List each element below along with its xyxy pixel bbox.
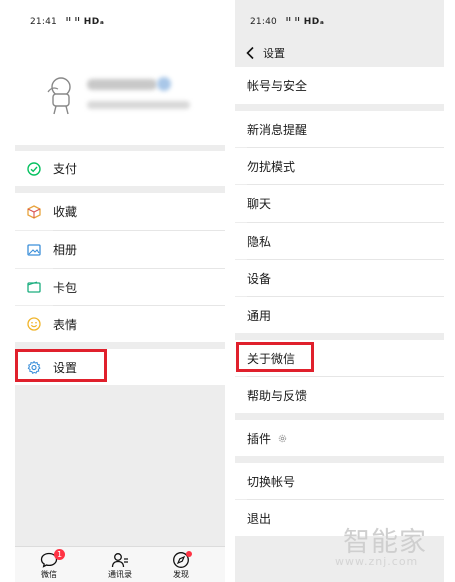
watermark-url: www.znj.com (335, 555, 419, 568)
avatar[interactable] (38, 70, 84, 116)
settings-label-privacy: 隐私 (247, 234, 272, 249)
signal-indicator: ᴵᴵ ᴵᴵ HDₐ (66, 17, 105, 27)
menu-item-favorites[interactable]: 收藏 (15, 193, 225, 230)
settings-label-devices: 设备 (247, 271, 272, 286)
card-wallet-icon (27, 280, 41, 294)
settings-screen: 21:40 ᴵᴵ ᴵᴵ HDₐ 设置 帐号与安全 新消息提醒 勿扰模式 聊天 隐… (235, 0, 444, 582)
settings-label-notifications: 新消息提醒 (247, 122, 308, 137)
settings-item-general[interactable]: 通用 (235, 297, 444, 333)
settings-label-logout: 退出 (247, 511, 272, 526)
contacts-icon (111, 553, 128, 568)
status-time: 21:41 (30, 17, 57, 27)
tab-label-contacts: 通讯录 (108, 570, 132, 579)
settings-item-switch-account[interactable]: 切换帐号 (235, 463, 444, 499)
status-bar: 21:40 ᴵᴵ ᴵᴵ HDₐ (235, 0, 444, 40)
menu-item-cards[interactable]: 卡包 (15, 269, 225, 305)
settings-item-notifications[interactable]: 新消息提醒 (235, 111, 444, 147)
status-time: 21:40 (250, 17, 277, 27)
page-title: 设置 (263, 47, 285, 60)
unread-badge: 1 (54, 549, 65, 560)
tab-discover[interactable]: 发现 (161, 551, 201, 580)
bottom-tab-bar: 1 微信 通讯录 发现 (15, 546, 225, 582)
tab-contacts[interactable]: 通讯录 (100, 551, 140, 580)
highlight-about (236, 342, 314, 372)
menu-label-pay: 支付 (53, 162, 78, 176)
settings-label-general: 通用 (247, 308, 272, 323)
menu-label-cards: 卡包 (53, 280, 78, 295)
settings-item-help[interactable]: 帮助与反馈 (235, 377, 444, 413)
menu-item-album[interactable]: 相册 (15, 231, 225, 268)
profile-badge-blurred (157, 77, 171, 91)
menu-item-stickers[interactable]: 表情 (15, 306, 225, 342)
signal-indicator: ᴵᴵ ᴵᴵ HDₐ (286, 17, 325, 27)
menu-item-pay[interactable]: 支付 (15, 151, 225, 186)
smiley-icon (27, 317, 41, 331)
menu-label-album: 相册 (53, 243, 78, 257)
settings-label-help: 帮助与反馈 (247, 388, 308, 403)
menu-label-stickers: 表情 (53, 317, 78, 332)
watermark-logo: 智能家 (343, 527, 427, 558)
favorites-icon (27, 204, 41, 219)
settings-label-chat: 聊天 (247, 197, 272, 211)
highlight-settings (15, 349, 107, 382)
settings-label-account: 帐号与安全 (247, 79, 308, 93)
settings-item-account[interactable]: 帐号与安全 (235, 67, 444, 104)
back-arrow-icon[interactable] (245, 46, 255, 60)
tab-chats[interactable]: 1 微信 (29, 549, 69, 580)
new-dot (186, 551, 192, 557)
settings-item-do-not-disturb[interactable]: 勿扰模式 (235, 148, 444, 184)
settings-label-do-not-disturb: 勿扰模式 (247, 159, 296, 174)
profile-name-blurred (87, 79, 157, 90)
settings-label-plugins: 插件 (247, 431, 272, 446)
pay-icon (27, 161, 41, 176)
settings-header: 设置 (235, 40, 444, 66)
settings-item-privacy[interactable]: 隐私 (235, 223, 444, 259)
tab-label-chats: 微信 (41, 570, 57, 579)
tab-label-discover: 发现 (173, 570, 189, 579)
me-screen: 21:41 ᴵᴵ ᴵᴵ HDₐ 支付 收藏 相册 卡包 表情 设置 1 微信 通… (15, 0, 225, 582)
album-icon (27, 243, 41, 257)
settings-item-chat[interactable]: 聊天 (235, 185, 444, 222)
settings-item-plugins[interactable]: 插件 (235, 420, 444, 456)
settings-label-switch-account: 切换帐号 (247, 474, 296, 489)
menu-label-favorites: 收藏 (53, 205, 78, 219)
settings-item-devices[interactable]: 设备 (235, 260, 444, 296)
plugin-gear-icon (278, 434, 287, 442)
profile-id-blurred (87, 101, 190, 109)
